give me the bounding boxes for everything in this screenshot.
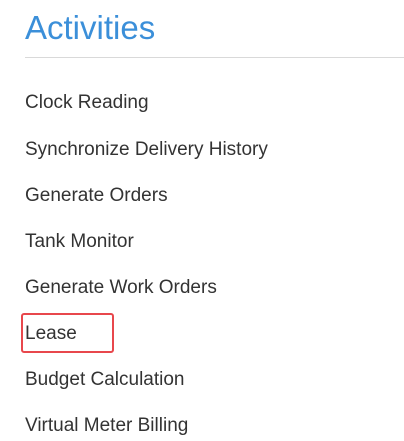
lease-highlight-box [21, 313, 114, 353]
activity-link-generate-work-orders[interactable]: Generate Work Orders [25, 274, 217, 302]
activity-link-tank-monitor[interactable]: Tank Monitor [25, 228, 134, 256]
activity-link-budget-calculation[interactable]: Budget Calculation [25, 366, 185, 394]
activity-link-virtual-meter-billing[interactable]: Virtual Meter Billing [25, 412, 188, 440]
activity-link-clock-reading[interactable]: Clock Reading [25, 89, 149, 117]
activities-panel: Activities Clock Reading Synchronize Del… [0, 0, 404, 441]
activity-link-generate-orders[interactable]: Generate Orders [25, 182, 168, 210]
activity-link-synchronize-delivery-history[interactable]: Synchronize Delivery History [25, 136, 268, 164]
activities-list: Clock Reading Synchronize Delivery Histo… [0, 0, 404, 441]
